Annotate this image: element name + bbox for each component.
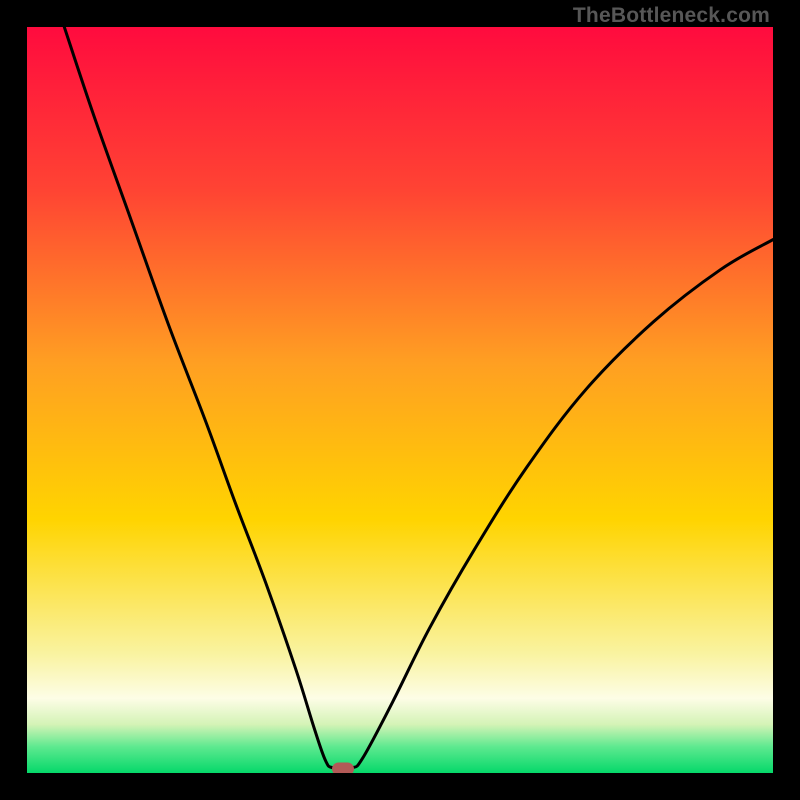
bottleneck-curve: [27, 27, 773, 773]
minimum-marker: [332, 763, 354, 773]
watermark-text: TheBottleneck.com: [573, 4, 770, 28]
plot-area: [27, 27, 773, 773]
